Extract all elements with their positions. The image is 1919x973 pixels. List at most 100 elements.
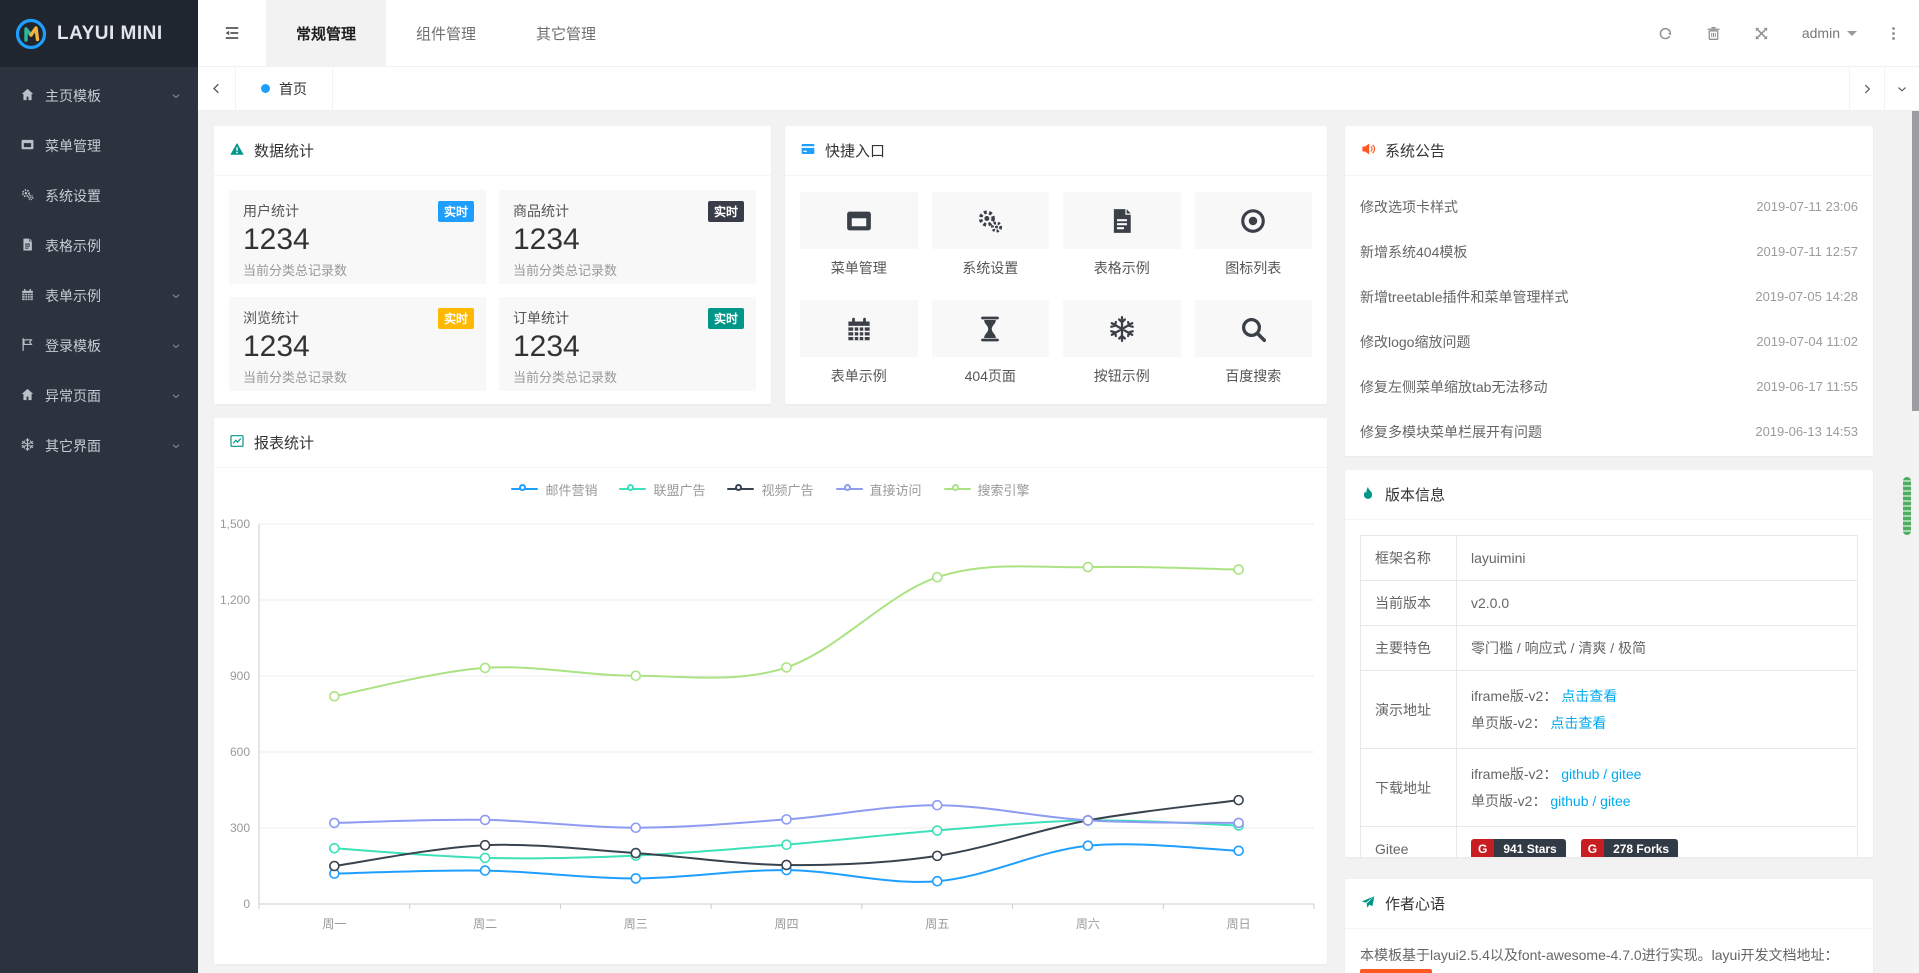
user-menu[interactable]: admin: [1786, 0, 1873, 67]
quick-entry-百度搜索[interactable]: 百度搜索: [1195, 300, 1313, 386]
sidebar-item-菜单管理[interactable]: 菜单管理: [0, 121, 198, 171]
version-link[interactable]: 点击查看: [1561, 688, 1617, 704]
stats-grid: 用户统计1234当前分类总记录数实时商品统计1234当前分类总记录数实时浏览统计…: [214, 176, 771, 404]
quick-entry-表单示例[interactable]: 表单示例: [800, 300, 918, 386]
sidebar-item-系统设置[interactable]: 系统设置: [0, 171, 198, 221]
announcement-item[interactable]: 新增treetable插件和菜单管理样式2019-07-05 14:28: [1360, 274, 1858, 319]
collapse-sidebar-button[interactable]: [198, 0, 266, 66]
cogs-icon: [975, 206, 1005, 236]
card-data-stats-header: 数据统计: [214, 126, 771, 176]
logo[interactable]: LAYUI MINI: [0, 0, 198, 67]
quick-entry-label: 按钮示例: [1063, 366, 1181, 386]
realtime-badge: 实时: [708, 201, 744, 222]
card-report-header: 报表统计: [214, 418, 1327, 468]
version-link[interactable]: github / gitee: [1550, 793, 1630, 809]
card-announcements-header: 系统公告: [1345, 126, 1873, 176]
announcement-item[interactable]: 修改选项卡样式2019-07-11 23:06: [1360, 184, 1858, 229]
chevright-icon: [1860, 82, 1874, 96]
sidebar: LAYUI MINI 主页模板菜单管理系统设置表格示例表单示例登录模板异常页面其…: [0, 0, 198, 973]
fullscreen-button[interactable]: [1738, 0, 1786, 67]
tab-scroll-right-button[interactable]: [1849, 67, 1884, 110]
svg-text:周五: 周五: [925, 917, 949, 931]
sidebar-item-异常页面[interactable]: 异常页面: [0, 371, 198, 421]
version-row-label: 下载地址: [1361, 749, 1457, 827]
version-link[interactable]: github / gitee: [1561, 766, 1641, 782]
announcement-text: 修改logo缩放问题: [1360, 332, 1470, 352]
tab-operations-button[interactable]: [1884, 67, 1919, 110]
quick-entry-404页面[interactable]: 404页面: [932, 300, 1050, 386]
tab-scroll-left-button[interactable]: [198, 67, 236, 110]
sidebar-item-其它界面[interactable]: 其它界面: [0, 421, 198, 471]
chevdownsm-icon: [170, 340, 182, 352]
version-row-当前版本: 当前版本v2.0.0: [1361, 581, 1858, 626]
svg-text:300: 300: [230, 821, 250, 835]
refresh-button[interactable]: [1642, 0, 1690, 67]
stat-value: 1234: [243, 223, 472, 257]
tab-home[interactable]: 首页: [236, 67, 333, 110]
quick-entry-表格示例[interactable]: 表格示例: [1063, 192, 1181, 278]
expand-icon: [1753, 25, 1770, 42]
legend-item-搜索引擎[interactable]: 搜索引擎: [944, 480, 1030, 499]
header-tab-常规管理[interactable]: 常规管理: [266, 0, 386, 66]
clear-cache-button[interactable]: [1690, 0, 1738, 67]
version-row-主要特色: 主要特色零门槛 / 响应式 / 清爽 / 极简: [1361, 626, 1858, 671]
announcement-item[interactable]: 修改logo缩放问题2019-07-04 11:02: [1360, 319, 1858, 364]
chartline-icon: [229, 433, 245, 449]
card-quick-entry: 快捷入口 菜单管理系统设置表格示例图标列表表单示例404页面按钮示例百度搜索: [785, 126, 1327, 404]
sidebar-item-label: 登录模板: [45, 336, 101, 356]
quick-entry-菜单管理[interactable]: 菜单管理: [800, 192, 918, 278]
snowflake-icon: [1107, 314, 1137, 344]
file-icon: [1107, 206, 1137, 236]
version-row-框架名称: 框架名称layuimini: [1361, 536, 1858, 581]
stat-value: 1234: [243, 330, 472, 364]
card-announcements: 系统公告 修改选项卡样式2019-07-11 23:06新增系统404模板201…: [1345, 126, 1873, 456]
svg-text:0: 0: [243, 897, 250, 911]
window-scrollbar-thumb[interactable]: [1912, 111, 1919, 411]
header-tab-组件管理[interactable]: 组件管理: [386, 0, 506, 66]
main-content: 数据统计 用户统计1234当前分类总记录数实时商品统计1234当前分类总记录数实…: [198, 111, 1919, 973]
card-version-header: 版本信息: [1345, 470, 1873, 520]
legend-item-视频广告[interactable]: 视频广告: [727, 480, 813, 499]
line-chart: 03006009001,2001,500周一周二周三周四周五周六周日: [214, 504, 1327, 960]
legend-item-联盟广告[interactable]: 联盟广告: [619, 480, 705, 499]
quick-entry-按钮示例[interactable]: 按钮示例: [1063, 300, 1181, 386]
window-scrollbar[interactable]: [1912, 111, 1919, 973]
caret-down-icon: [1847, 31, 1857, 41]
version-link[interactable]: 点击查看: [1550, 715, 1606, 731]
realtime-badge: 实时: [708, 308, 744, 329]
version-value: 零门槛 / 响应式 / 清爽 / 极简: [1471, 640, 1646, 656]
tab-bar: 首页: [198, 67, 1919, 111]
window-icon: [844, 206, 874, 236]
sidebar-item-登录模板[interactable]: 登录模板: [0, 321, 198, 371]
stat-value: 1234: [513, 223, 742, 257]
legend-item-直接访问[interactable]: 直接访问: [836, 480, 922, 499]
quick-entry-系统设置[interactable]: 系统设置: [932, 192, 1050, 278]
chevdownsm-icon: [170, 390, 182, 402]
announcement-item[interactable]: 修复多模块菜单栏展开有问题2019-06-13 14:53: [1360, 409, 1858, 454]
header-tab-其它管理[interactable]: 其它管理: [506, 0, 626, 66]
sidebar-item-主页模板[interactable]: 主页模板: [0, 71, 198, 121]
layui-doc-badge[interactable]: layui文档: [1360, 969, 1432, 973]
dots-icon: [1885, 25, 1902, 42]
gitee-badge[interactable]: G278 Forks: [1581, 839, 1678, 857]
sidebar-item-表格示例[interactable]: 表格示例: [0, 221, 198, 271]
sidebar-item-表单示例[interactable]: 表单示例: [0, 271, 198, 321]
gitee-badge[interactable]: G941 Stars: [1471, 839, 1566, 857]
announcement-item[interactable]: 新增系统404模板2019-07-11 12:57: [1360, 229, 1858, 274]
svg-text:1,500: 1,500: [220, 517, 250, 531]
content-scrollbar-thumb[interactable]: [1903, 477, 1911, 535]
announcement-text: 修复左侧菜单缩放tab无法移动: [1360, 377, 1547, 397]
home-icon: [20, 87, 35, 102]
announcement-item[interactable]: 修复左侧菜单缩放tab无法移动2019-06-17 11:55: [1360, 364, 1858, 409]
svg-text:周二: 周二: [473, 917, 497, 931]
more-menu-button[interactable]: [1873, 0, 1913, 67]
calendar-icon: [20, 287, 35, 302]
card-author-header: 作者心语: [1345, 879, 1873, 929]
quick-entry-label: 表格示例: [1063, 258, 1181, 278]
gitee-logo-icon: G: [1581, 839, 1604, 857]
legend-item-邮件营销[interactable]: 邮件营销: [511, 480, 597, 499]
legend-label: 搜索引擎: [978, 480, 1030, 499]
home-icon: [20, 387, 35, 402]
card-title: 系统公告: [1385, 140, 1445, 161]
quick-entry-图标列表[interactable]: 图标列表: [1195, 192, 1313, 278]
